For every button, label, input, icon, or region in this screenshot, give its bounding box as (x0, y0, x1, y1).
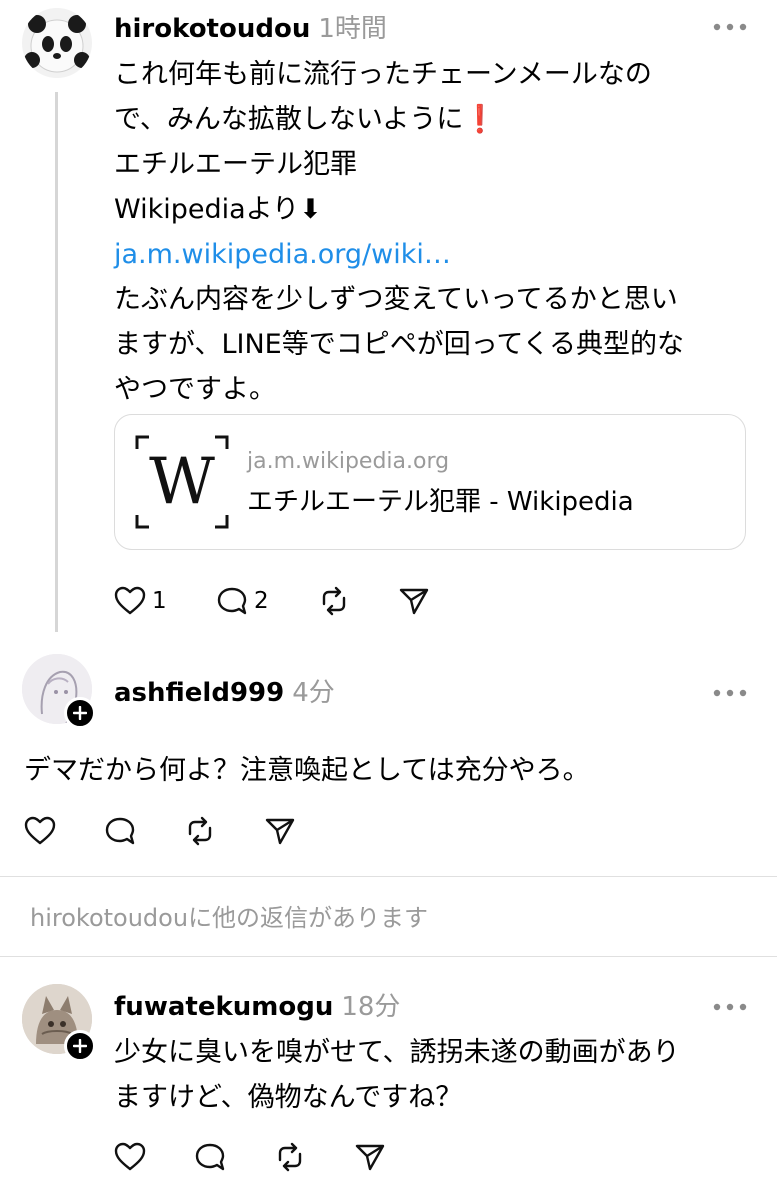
avatar[interactable] (22, 8, 92, 78)
username[interactable]: ashfield999 (114, 678, 284, 708)
send-icon (265, 818, 295, 845)
post-line: エチルエーテル犯罪 (114, 149, 357, 180)
follow-button[interactable] (64, 1030, 96, 1062)
reply-text: 少女に臭いを嗅がせて、誘拐未遂の動画があり ますけど、偽物なんですね？ (114, 1030, 680, 1120)
more-icon[interactable] (712, 997, 748, 1016)
more-replies-link[interactable]: hirokotoudouに他の返信があります (30, 898, 428, 933)
post-author[interactable]: hirokotoudou 1時間 (114, 8, 387, 45)
repost-icon (188, 816, 212, 846)
comment-icon (195, 1143, 225, 1171)
timestamp: 4分 (292, 678, 335, 708)
reply-author[interactable]: fuwatekumogu 18分 (114, 986, 400, 1023)
more-icon[interactable] (712, 17, 748, 36)
like-count: 1 (152, 588, 167, 614)
like-button[interactable]: 1 (114, 586, 167, 616)
card-domain: ja.m.wikipedia.org (247, 449, 450, 474)
post-line: やつですよ。 (114, 374, 276, 405)
wikipedia-logo: W (135, 435, 229, 529)
plus-icon (73, 1039, 87, 1053)
post-line: Wikipediaより⬇ (114, 194, 322, 225)
share-button[interactable] (398, 586, 430, 616)
username[interactable]: fuwatekumogu (114, 992, 333, 1022)
card-title: エチルエーテル犯罪 - Wikipedia (247, 487, 634, 517)
like-button[interactable] (24, 816, 56, 846)
comment-icon (217, 587, 247, 615)
reply-button[interactable] (104, 816, 136, 846)
reply-button[interactable] (194, 1142, 226, 1172)
timestamp: 18分 (341, 992, 401, 1022)
username[interactable]: hirokotoudou (114, 14, 310, 44)
share-button[interactable] (354, 1142, 386, 1172)
wikipedia-link[interactable]: ja.m.wikipedia.org/wiki… (114, 232, 684, 277)
timestamp: 1時間 (318, 14, 387, 44)
post-line: ますが、LINE等でコピペが回ってくる典型的な (114, 329, 685, 360)
heart-icon (114, 1142, 146, 1171)
reply-author[interactable]: ashfield999 4分 (114, 672, 335, 709)
follow-button[interactable] (64, 697, 96, 729)
reply-line: 少女に臭いを嗅がせて、誘拐未遂の動画があり (114, 1037, 680, 1068)
more-icon[interactable] (712, 683, 748, 702)
heart-icon (24, 816, 56, 845)
repost-icon (278, 1142, 302, 1172)
share-button[interactable] (264, 816, 296, 846)
post-line: たぶん内容を少しずつ変えていってるかと思い (114, 284, 678, 315)
reply-button[interactable]: 2 (216, 586, 269, 616)
repost-button[interactable] (274, 1142, 306, 1172)
repost-button[interactable] (184, 816, 216, 846)
repost-button[interactable] (318, 586, 350, 616)
reply-count: 2 (254, 588, 269, 614)
link-preview-card[interactable]: W ja.m.wikipedia.org エチルエーテル犯罪 - Wikiped… (114, 414, 746, 550)
wikipedia-logo-letter: W (149, 445, 215, 519)
comment-icon (105, 817, 135, 845)
reply-line: ますけど、偽物なんですね？ (114, 1082, 463, 1113)
reply-text: デマだから何よ？注意喚起としては充分やろ。 (24, 755, 590, 786)
like-button[interactable] (114, 1142, 146, 1172)
post-line: で、みんな拡散しないように❗ (114, 104, 497, 135)
send-icon (355, 1144, 385, 1171)
divider (0, 876, 777, 877)
heart-icon (114, 586, 146, 615)
post-line: これ何年も前に流行ったチェーンメールなの (114, 59, 652, 90)
repost-icon (322, 586, 346, 616)
send-icon (399, 588, 429, 615)
divider (0, 956, 777, 957)
plus-icon (73, 706, 87, 720)
post-text: これ何年も前に流行ったチェーンメールなの で、みんな拡散しないように❗ エチルエ… (114, 52, 684, 412)
thread-line (55, 92, 58, 632)
